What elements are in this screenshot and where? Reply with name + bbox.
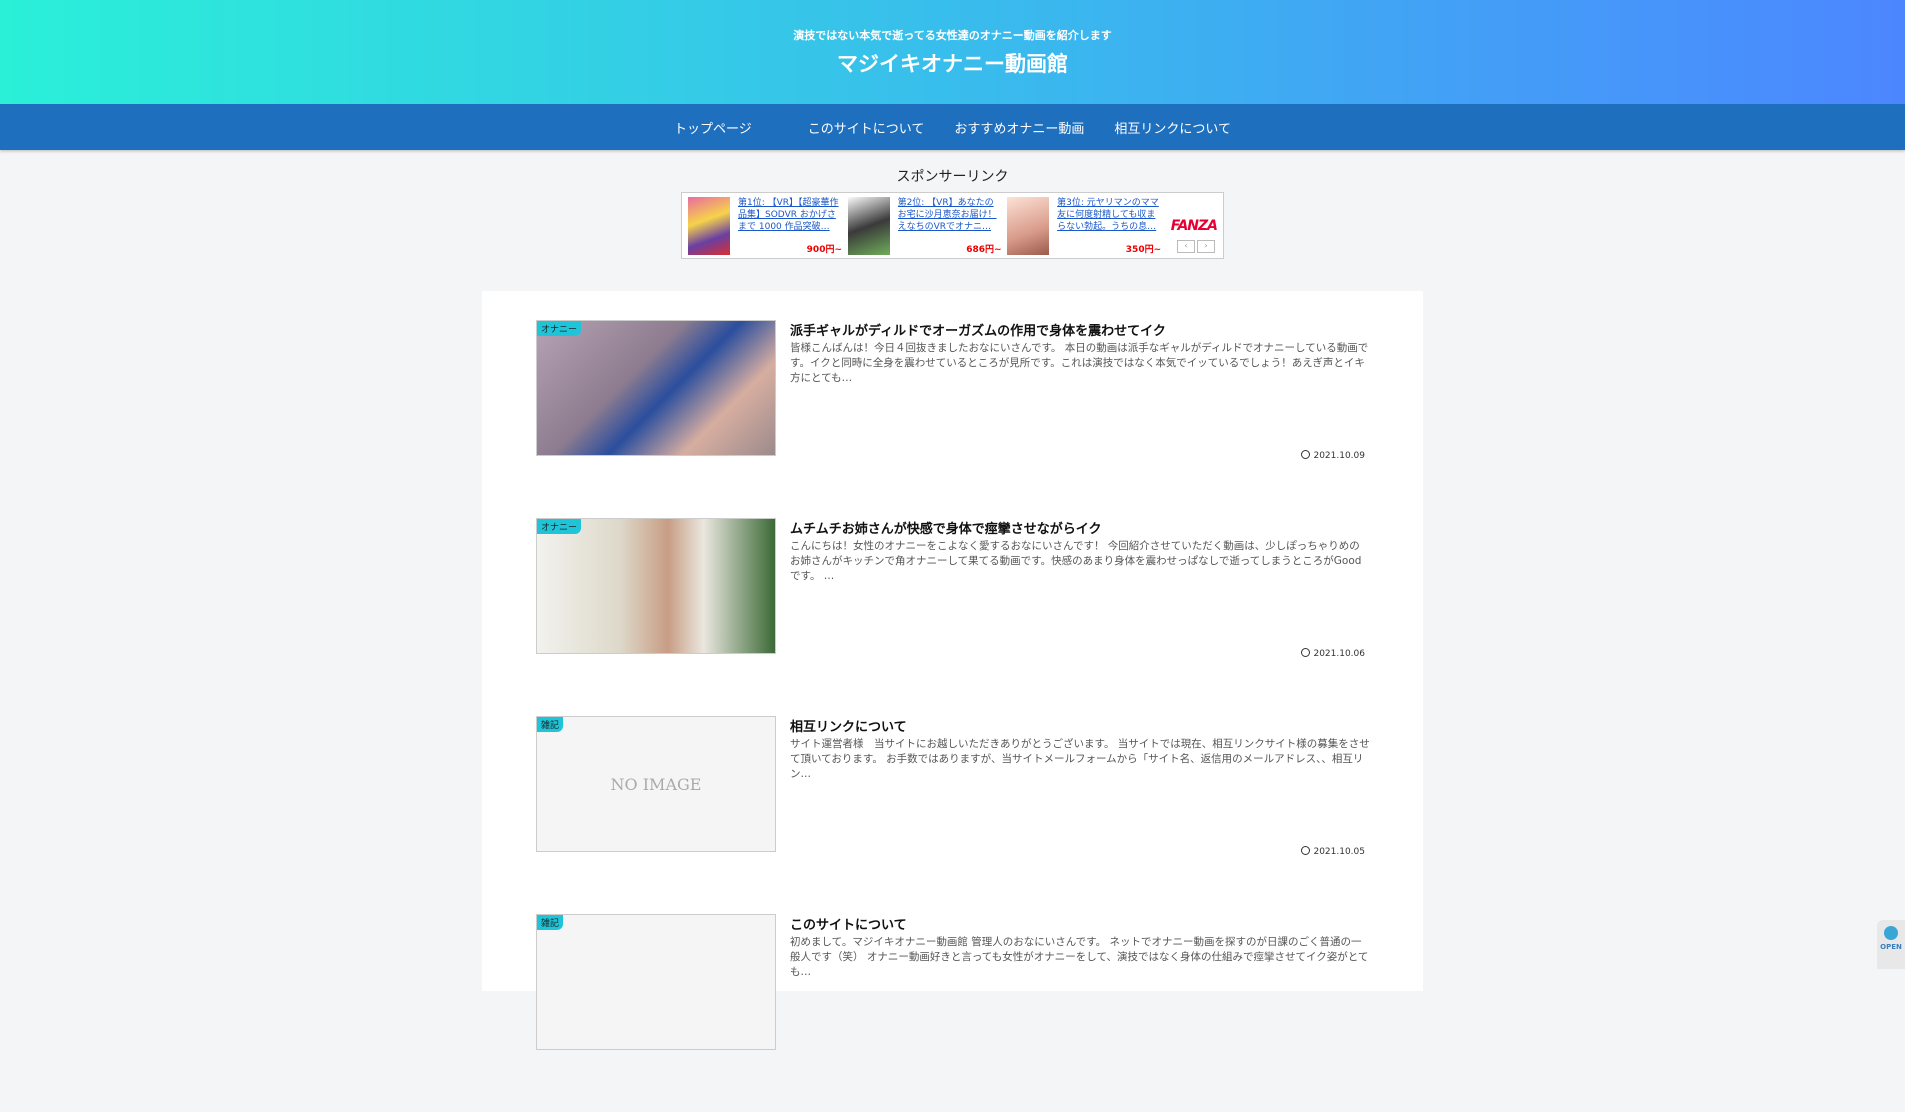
site-tagline: 演技ではない本気で逝ってる女性達のオナニー動画を紹介します <box>793 29 1112 42</box>
ad-link[interactable]: 第2位: 【VR】あなたのお宅に沙月恵奈お届け！えなちのVRでオナニ… <box>898 197 1002 233</box>
post-excerpt: こんにちは！女性のオナニーをこよなく愛するおなにいさんです！ 今回紹介させていた… <box>790 540 1362 582</box>
post-excerpt: サイト運営者様 当サイトにお越しいただきありがとうございます。 当サイトでは現在… <box>790 738 1370 780</box>
ad-item[interactable]: 第3位: 元ヤリマンのママ友に何度射精しても収まらない勃起。うちの息… 350円… <box>1007 196 1163 255</box>
ad-thumbnail[interactable] <box>1007 196 1050 255</box>
post-list: オナニー 派手ギャルがディルドでオーガズムの作用で身体を震わせてイク 皆様こんば… <box>482 291 1423 1050</box>
post-card[interactable]: オナニー 派手ギャルがディルドでオーガズムの作用で身体を震わせてイク 皆様こんば… <box>536 320 1368 518</box>
ad-price: 686円~ <box>966 244 1002 255</box>
ad-link[interactable]: 第3位: 元ヤリマンのママ友に何度射精しても収まらない勃起。うちの息… <box>1057 197 1161 233</box>
chevron-left-icon[interactable]: ‹ <box>1177 240 1195 253</box>
post-title[interactable]: 派手ギャルがディルドでオーガズムの作用で身体を震わせてイク <box>790 320 1370 339</box>
post-date: 2021.10.09 <box>1301 450 1365 461</box>
post-card[interactable]: 雑記 NO IMAGE 相互リンクについて サイト運営者様 当サイトにお越しいた… <box>536 716 1370 914</box>
ad-thumbnail[interactable] <box>688 196 730 255</box>
menu-icon <box>1884 926 1898 940</box>
sponsor-heading: スポンサーリンク <box>896 169 1009 185</box>
post-title[interactable]: 相互リンクについて <box>790 716 1370 735</box>
post-card[interactable]: オナニー ムチムチお姉さんが快感で身体で痙攣させながらイク こんにちは！女性のオ… <box>536 518 1365 716</box>
category-badge[interactable]: オナニー <box>537 321 582 336</box>
post-date: 2021.10.05 <box>1301 846 1365 857</box>
post-title[interactable]: このサイトについて <box>790 914 1370 933</box>
nav-item-top[interactable]: トップページ <box>668 118 758 137</box>
post-thumbnail[interactable]: オナニー <box>536 518 776 654</box>
post-date: 2021.10.06 <box>1301 648 1365 659</box>
nav-item-recommended[interactable]: おすすめオナニー動画 <box>948 118 1090 137</box>
ad-link[interactable]: 第1位: 【VR】【超豪華作品集】SODVR おかげさまで 1000 作品突破… <box>738 197 842 233</box>
no-image-placeholder: NO IMAGE <box>610 774 702 794</box>
nav-item-links[interactable]: 相互リンクについて <box>1108 118 1237 137</box>
ad-item[interactable]: 第1位: 【VR】【超豪華作品集】SODVR おかげさまで 1000 作品突破…… <box>688 196 844 255</box>
ad-price: 350円~ <box>1125 244 1162 255</box>
post-excerpt: 皆様こんばんは！今日４回抜きましたおなにいさんです。 本日の動画は派手なギャルが… <box>790 342 1369 384</box>
ad-price: 900円~ <box>806 244 842 255</box>
ad-widget: 第1位: 【VR】【超豪華作品集】SODVR おかげさまで 1000 作品突破…… <box>681 192 1224 259</box>
category-badge[interactable]: 雑記 <box>537 717 564 732</box>
post-card[interactable]: 雑記 このサイトについて 初めまして。マジイキオナニー動画館 管理人のおなにいさ… <box>536 914 1368 1112</box>
category-badge[interactable]: 雑記 <box>537 915 564 930</box>
main-nav: トップページ このサイトについて おすすめオナニー動画 相互リンクについて <box>0 104 1905 150</box>
category-badge[interactable]: オナニー <box>537 519 582 534</box>
chevron-right-icon[interactable]: › <box>1197 240 1215 253</box>
site-title[interactable]: マジイキオナニー動画館 <box>0 48 1905 78</box>
fanza-logo[interactable]: FANZA <box>1171 218 1218 234</box>
post-thumbnail[interactable]: 雑記 <box>536 914 776 1050</box>
post-thumbnail[interactable]: オナニー <box>536 320 776 456</box>
ad-item[interactable]: 第2位: 【VR】あなたのお宅に沙月恵奈お届け！えなちのVRでオナニ… 686円… <box>847 196 1004 255</box>
site-header: 演技ではない本気で逝ってる女性達のオナニー動画を紹介します マジイキオナニー動画… <box>0 0 1905 104</box>
open-label: OPEN <box>1880 943 1902 951</box>
clock-icon <box>1301 648 1311 657</box>
nav-item-about[interactable]: このサイトについて <box>802 118 931 137</box>
clock-icon <box>1301 846 1311 855</box>
post-thumbnail[interactable]: 雑記 NO IMAGE <box>536 716 776 852</box>
clock-icon <box>1301 450 1311 459</box>
post-excerpt: 初めまして。マジイキオナニー動画館 管理人のおなにいさんです。 ネットでオナニー… <box>790 936 1369 978</box>
ad-thumbnail[interactable] <box>847 196 890 255</box>
open-menu-button[interactable]: OPEN <box>1877 920 1905 969</box>
post-title[interactable]: ムチムチお姉さんが快感で身体で痙攣させながらイク <box>790 518 1370 537</box>
